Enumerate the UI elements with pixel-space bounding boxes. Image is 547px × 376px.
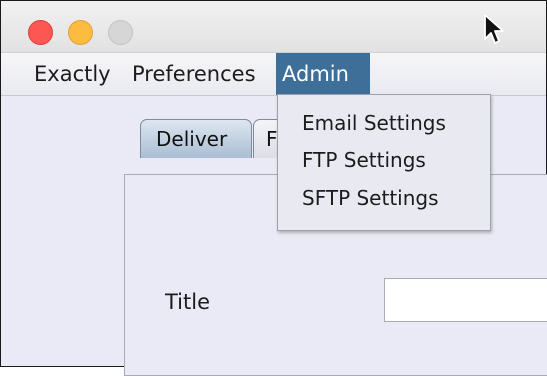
menu-preferences[interactable]: Preferences	[126, 53, 262, 95]
mouse-pointer-icon	[484, 14, 504, 44]
title-input[interactable]	[384, 278, 547, 322]
menu-item-ftp-settings[interactable]: FTP Settings	[302, 148, 426, 172]
admin-dropdown-menu: Email Settings FTP Settings SFTP Setting…	[277, 94, 491, 231]
menu-item-email-settings[interactable]: Email Settings	[302, 111, 446, 135]
title-label: Title	[165, 290, 211, 314]
menu-bar: Exactly Preferences Admin	[1, 53, 546, 96]
zoom-dot-icon	[108, 20, 133, 45]
minimize-dot-icon[interactable]	[68, 20, 93, 45]
tab-deliver[interactable]: Deliver	[140, 119, 252, 158]
title-bar	[1, 1, 546, 53]
menu-admin[interactable]: Admin	[276, 53, 370, 95]
menu-exactly[interactable]: Exactly	[28, 53, 117, 95]
menu-item-sftp-settings[interactable]: SFTP Settings	[302, 186, 439, 210]
close-dot-icon[interactable]	[28, 20, 53, 45]
